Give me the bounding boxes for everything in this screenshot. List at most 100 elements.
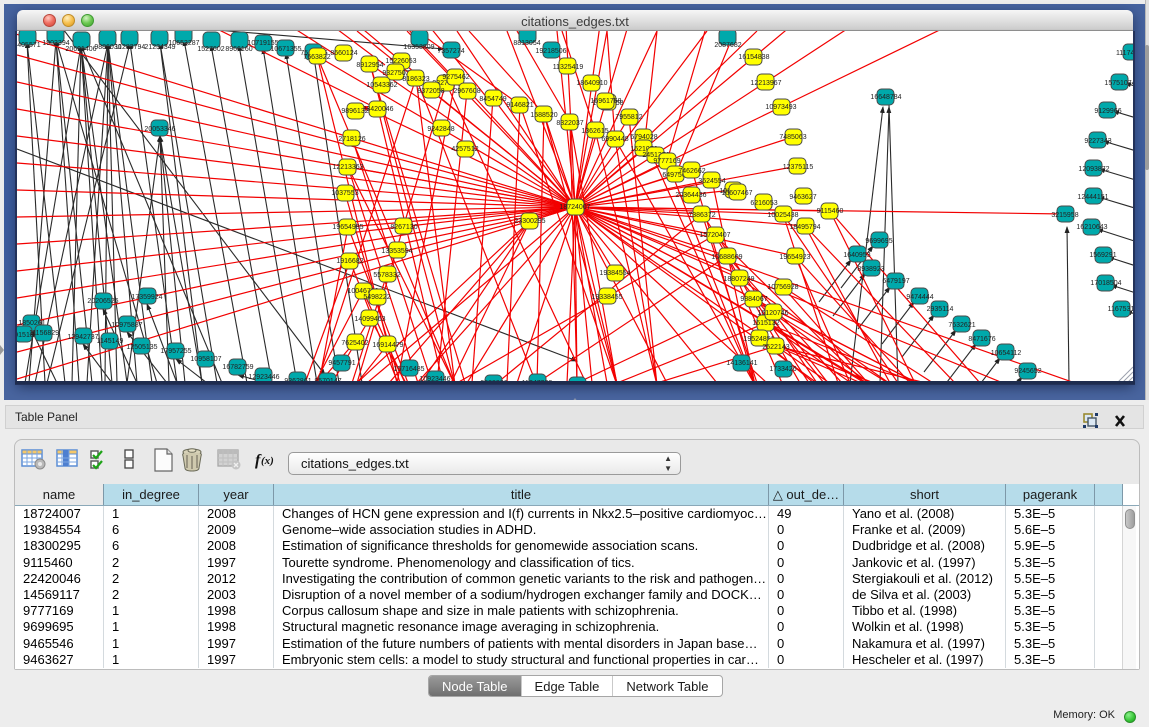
svg-text:10654112: 10654112	[991, 350, 1022, 357]
svg-text:20053346: 20053346	[144, 126, 175, 133]
svg-text:11283794: 11283794	[115, 44, 146, 51]
svg-text:8813054: 8813054	[513, 40, 540, 47]
svg-text:3624554: 3624554	[698, 178, 725, 185]
svg-text:8454749: 8454749	[479, 96, 506, 103]
svg-text:8660124: 8660124	[330, 50, 357, 57]
svg-text:7632621: 7632621	[948, 322, 975, 329]
svg-text:17018504: 17018504	[1090, 280, 1121, 287]
svg-text:19218506: 19218506	[535, 48, 566, 55]
svg-text:19654923: 19654923	[779, 254, 810, 261]
svg-text:12942737: 12942737	[67, 334, 98, 341]
svg-text:1167531: 1167531	[1108, 306, 1133, 313]
svg-text:5578332: 5578332	[373, 272, 400, 279]
svg-text:15751074: 15751074	[1104, 80, 1133, 87]
svg-text:(x): (x)	[261, 455, 274, 467]
svg-text:1037553: 1037553	[331, 190, 358, 197]
svg-text:1527602: 1527602	[197, 46, 224, 53]
svg-text:16914479: 16914479	[372, 342, 403, 349]
svg-text:8471676: 8471676	[968, 336, 995, 343]
svg-text:11156829: 11156829	[29, 330, 59, 337]
svg-text:9884067: 9884067	[740, 296, 767, 303]
svg-text:11174084: 11174084	[1116, 50, 1133, 57]
svg-text:7386372: 7386372	[688, 212, 715, 219]
svg-text:9242848: 9242848	[427, 126, 454, 133]
svg-text:1569291: 1569291	[1089, 252, 1116, 259]
svg-text:1916682: 1916682	[336, 258, 363, 265]
svg-text:19654985: 19654985	[332, 224, 363, 231]
svg-text:15716485: 15716485	[393, 366, 424, 373]
svg-text:20364436: 20364436	[675, 192, 706, 199]
svg-text:12444151: 12444151	[1077, 194, 1108, 201]
svg-text:20206526: 20206526	[87, 298, 118, 305]
svg-text:16120746: 16120746	[757, 310, 788, 317]
svg-text:8372058: 8372058	[417, 88, 444, 95]
svg-text:10543362: 10543362	[366, 82, 397, 89]
svg-text:19384554: 19384554	[599, 270, 630, 277]
svg-text:20691406: 20691406	[65, 46, 96, 53]
svg-text:9474444: 9474444	[906, 294, 933, 301]
svg-text:3215958: 3215958	[1051, 212, 1078, 219]
svg-text:8938923: 8938923	[857, 266, 884, 273]
svg-text:6216053: 6216053	[750, 200, 777, 207]
svg-text:1362615: 1362615	[581, 128, 608, 135]
svg-text:9146821: 9146821	[506, 102, 533, 109]
svg-text:9463627: 9463627	[789, 194, 816, 201]
svg-text:1615132: 1615132	[752, 320, 779, 327]
svg-text:10607467: 10607467	[721, 190, 752, 197]
svg-text:1145149: 1145149	[97, 338, 124, 345]
svg-text:6990448: 6990448	[601, 136, 628, 143]
svg-text:1733426: 1733426	[769, 366, 796, 373]
svg-text:18640910: 18640910	[576, 80, 607, 87]
svg-text:9129966: 9129966	[1094, 108, 1121, 115]
svg-text:6479197: 6479197	[882, 278, 909, 285]
svg-text:16353809: 16353809	[403, 44, 434, 51]
svg-text:12213967: 12213967	[750, 80, 781, 87]
svg-text:2935114: 2935114	[927, 306, 954, 313]
svg-text:9699695: 9699695	[865, 238, 892, 245]
svg-text:7485063: 7485063	[779, 134, 806, 141]
svg-text:17957255: 17957255	[160, 348, 191, 355]
svg-text:11325419: 11325419	[553, 64, 584, 71]
svg-text:14099463: 14099463	[354, 316, 385, 323]
svg-text:9777169: 9777169	[653, 158, 680, 165]
svg-text:16648784: 16648784	[870, 94, 901, 101]
svg-text:2967608: 2967608	[453, 88, 480, 95]
svg-text:7663822: 7663822	[303, 54, 330, 61]
svg-text:1588520: 1588520	[530, 112, 557, 119]
svg-text:13353594: 13353594	[381, 248, 412, 255]
svg-text:16782759: 16782759	[222, 364, 253, 371]
svg-text:14136141: 14136141	[726, 360, 757, 367]
svg-text:10671355: 10671355	[270, 46, 301, 53]
svg-text:9227343: 9227343	[1084, 138, 1111, 145]
svg-text:4257512: 4257512	[451, 146, 478, 153]
svg-text:12093872: 12093872	[1078, 166, 1109, 173]
svg-text:19338455: 19338455	[591, 294, 622, 301]
svg-text:9275462: 9275462	[442, 74, 469, 81]
svg-text:16961758: 16961758	[590, 98, 621, 105]
svg-text:7625402: 7625402	[341, 340, 368, 347]
svg-text:7357274: 7357274	[437, 48, 464, 55]
svg-text:5498222: 5498222	[363, 294, 390, 301]
svg-text:9115460: 9115460	[817, 208, 844, 215]
svg-text:2522143: 2522143	[762, 344, 789, 351]
svg-text:10653287: 10653287	[168, 40, 199, 47]
svg-text:8966160: 8966160	[225, 46, 252, 53]
svg-text:8322037: 8322037	[556, 120, 583, 127]
svg-text:23300295: 23300295	[514, 218, 545, 225]
svg-text:12213363: 12213363	[332, 164, 363, 171]
svg-text:7955812: 7955812	[615, 114, 642, 121]
svg-text:10688609: 10688609	[711, 254, 742, 261]
svg-text:1640953: 1640953	[843, 252, 870, 259]
svg-text:9457791: 9457791	[328, 360, 355, 367]
svg-text:8267130: 8267130	[390, 224, 417, 231]
svg-text:18724007: 18724007	[559, 204, 590, 211]
svg-text:7462662: 7462662	[678, 168, 705, 175]
svg-text:12505135: 12505135	[126, 344, 157, 351]
svg-text:10958107: 10958107	[190, 356, 221, 363]
svg-text:12923446: 12923446	[248, 374, 279, 381]
svg-text:10025438: 10025438	[767, 212, 798, 219]
svg-text:16154838: 16154838	[738, 54, 769, 61]
svg-text:1405571: 1405571	[17, 42, 41, 49]
svg-text:18807249: 18807249	[723, 276, 754, 283]
svg-text:8912954: 8912954	[356, 62, 383, 69]
